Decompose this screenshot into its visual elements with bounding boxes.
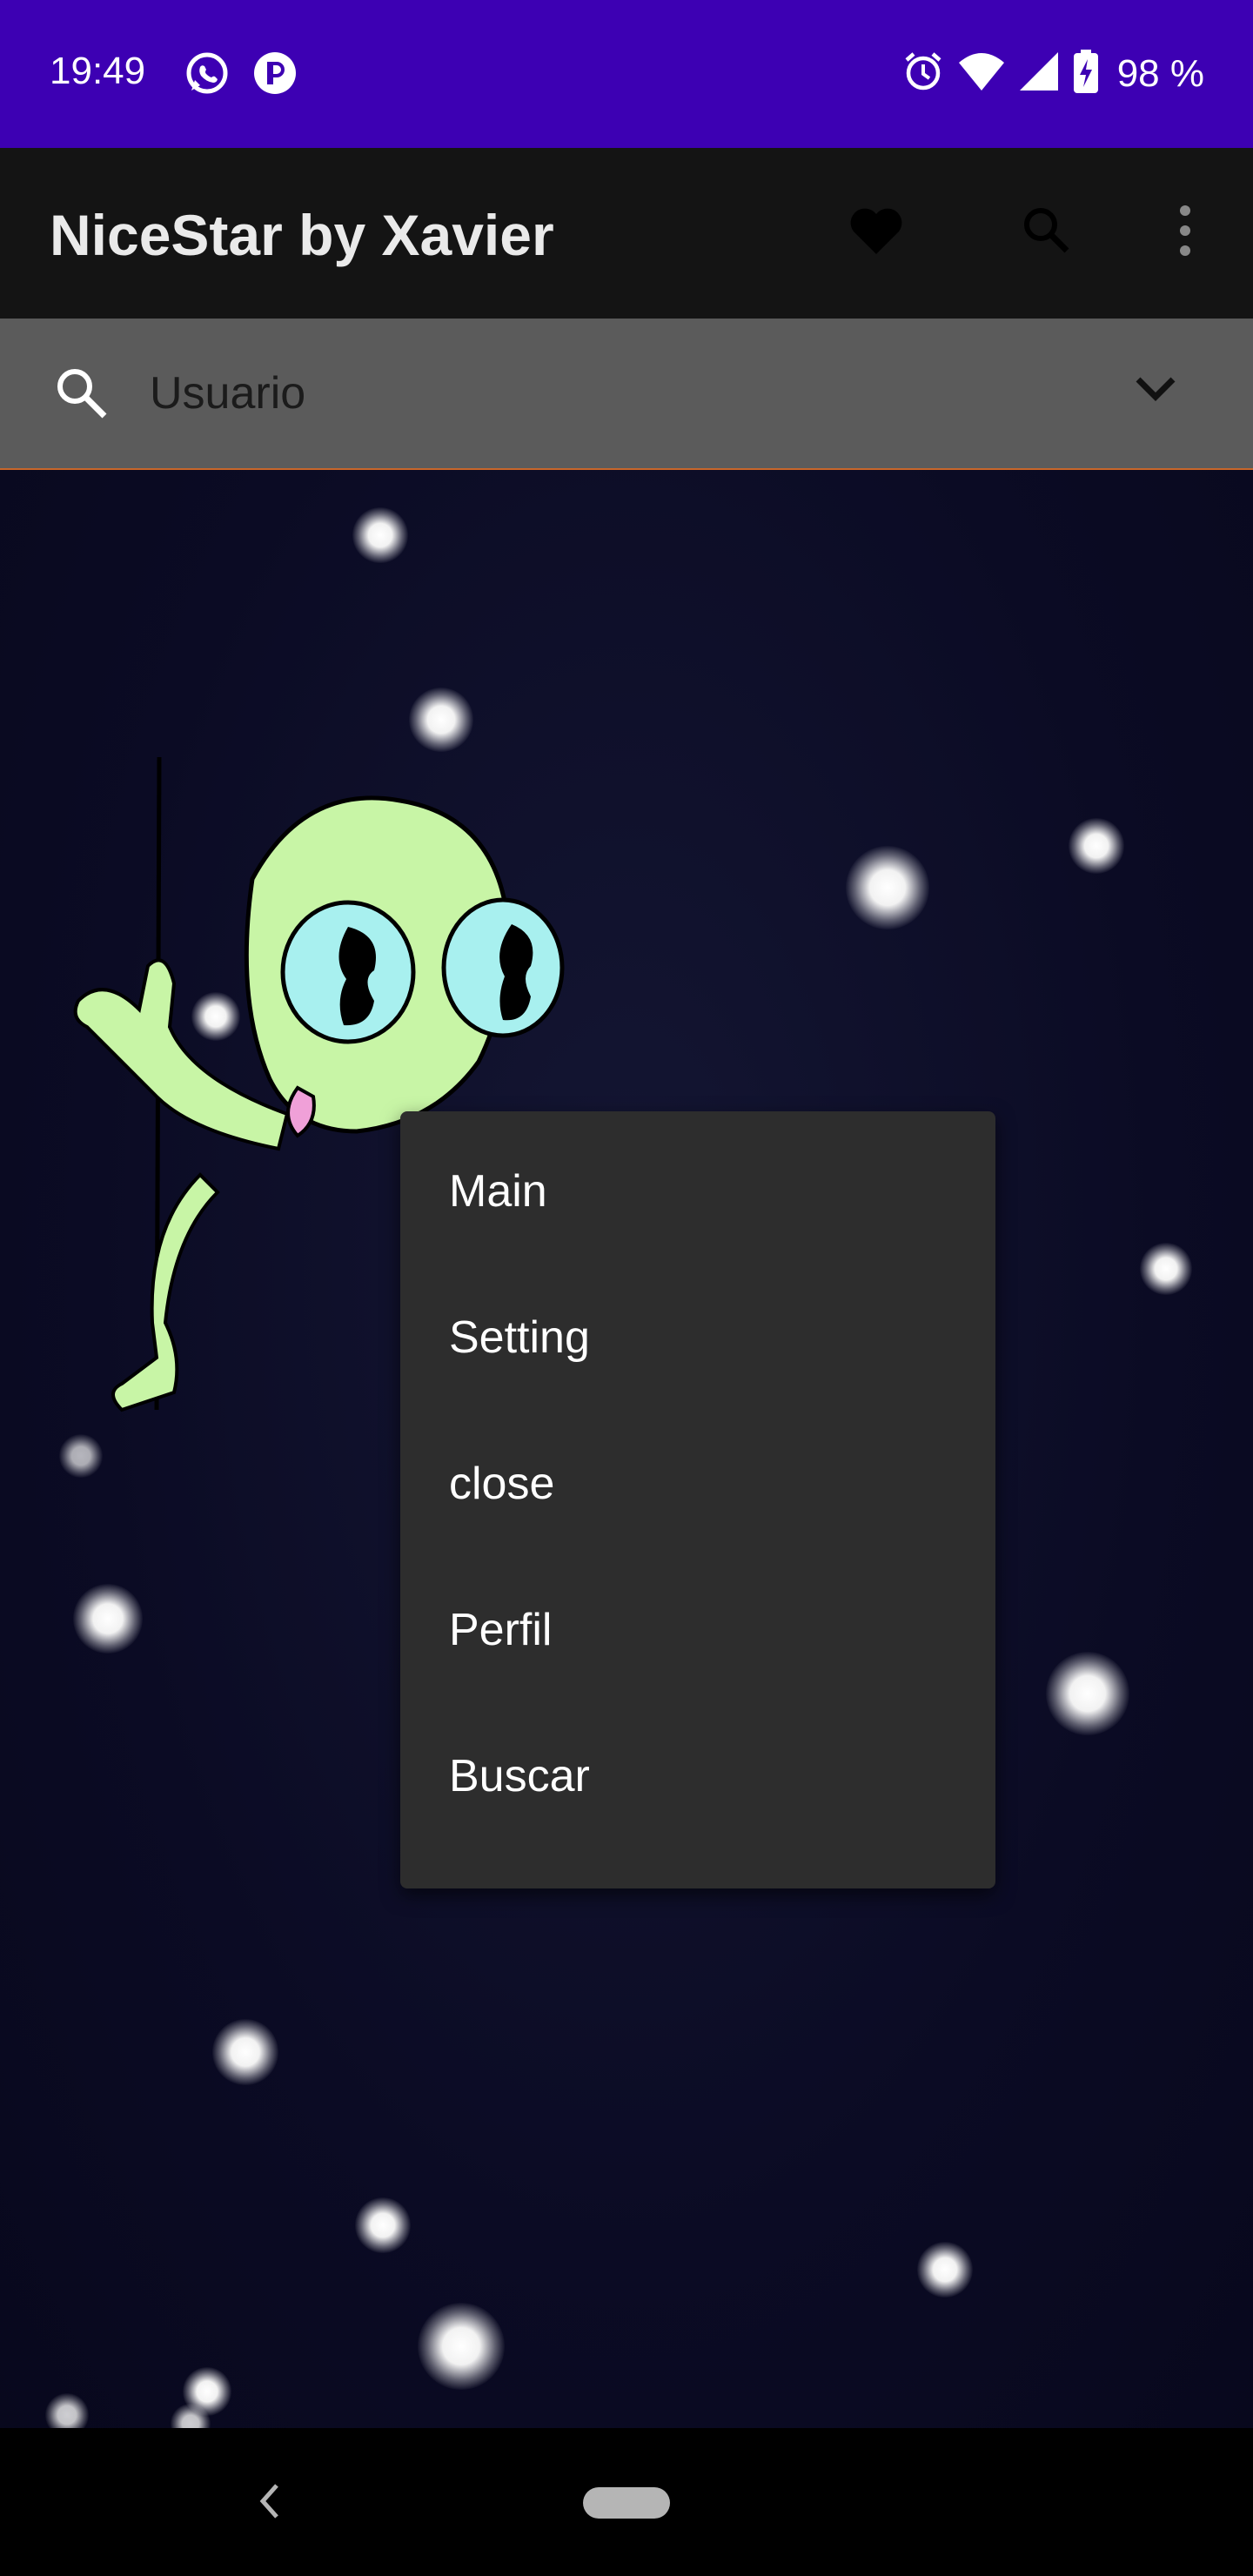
menu-item-main[interactable]: Main: [400, 1120, 995, 1266]
menu-item-label: Main: [449, 1166, 547, 1217]
more-vert-icon[interactable]: [1166, 200, 1204, 265]
back-icon[interactable]: [252, 2473, 287, 2533]
app-bar: NiceStar by Xavier: [0, 148, 1253, 320]
menu-item-label: Setting: [449, 1312, 590, 1363]
status-notification-icons: [184, 50, 298, 100]
star: [73, 1584, 143, 1654]
status-bar: 19:49 98 %: [0, 0, 1253, 148]
menu-item-buscar[interactable]: Buscar: [400, 1705, 995, 1851]
star: [418, 2303, 505, 2390]
star: [917, 2242, 973, 2298]
user-search-dropdown[interactable]: Usuario: [0, 319, 1253, 470]
menu-item-label: Buscar: [449, 1751, 590, 1801]
star: [846, 846, 929, 929]
star: [212, 2019, 278, 2085]
home-pill[interactable]: [583, 2487, 670, 2519]
star: [352, 507, 408, 563]
battery-charging-icon: [1072, 49, 1100, 98]
menu-item-label: close: [449, 1459, 555, 1509]
search-field-value[interactable]: Usuario: [150, 367, 305, 419]
star: [355, 2197, 411, 2253]
battery-percent: 98 %: [1116, 51, 1204, 95]
app-notification-icon: [252, 50, 298, 100]
app-title: NiceStar by Xavier: [50, 203, 554, 267]
chevron-down-icon[interactable]: [1133, 372, 1178, 412]
star: [1069, 818, 1124, 874]
favorite-heart-icon[interactable]: [846, 200, 907, 265]
star: [409, 688, 473, 752]
system-navigation-bar: [0, 2428, 1253, 2576]
signal-icon: [1018, 50, 1060, 97]
overflow-popup-menu: Main Setting close Perfil Buscar: [400, 1111, 995, 1888]
wifi-icon: [957, 50, 1006, 97]
star: [1140, 1243, 1192, 1295]
menu-item-label: Perfil: [449, 1605, 553, 1655]
star: [1046, 1652, 1129, 1735]
menu-item-setting[interactable]: Setting: [400, 1266, 995, 1412]
menu-item-close[interactable]: close: [400, 1412, 995, 1559]
whatsapp-icon: [184, 50, 230, 100]
search-icon: [50, 362, 113, 429]
menu-item-perfil[interactable]: Perfil: [400, 1559, 995, 1705]
status-system-icons: 98 %: [901, 49, 1204, 98]
star: [45, 2393, 89, 2428]
status-time: 19:49: [50, 50, 146, 92]
alarm-icon: [901, 50, 945, 97]
search-icon[interactable]: [1018, 200, 1075, 265]
